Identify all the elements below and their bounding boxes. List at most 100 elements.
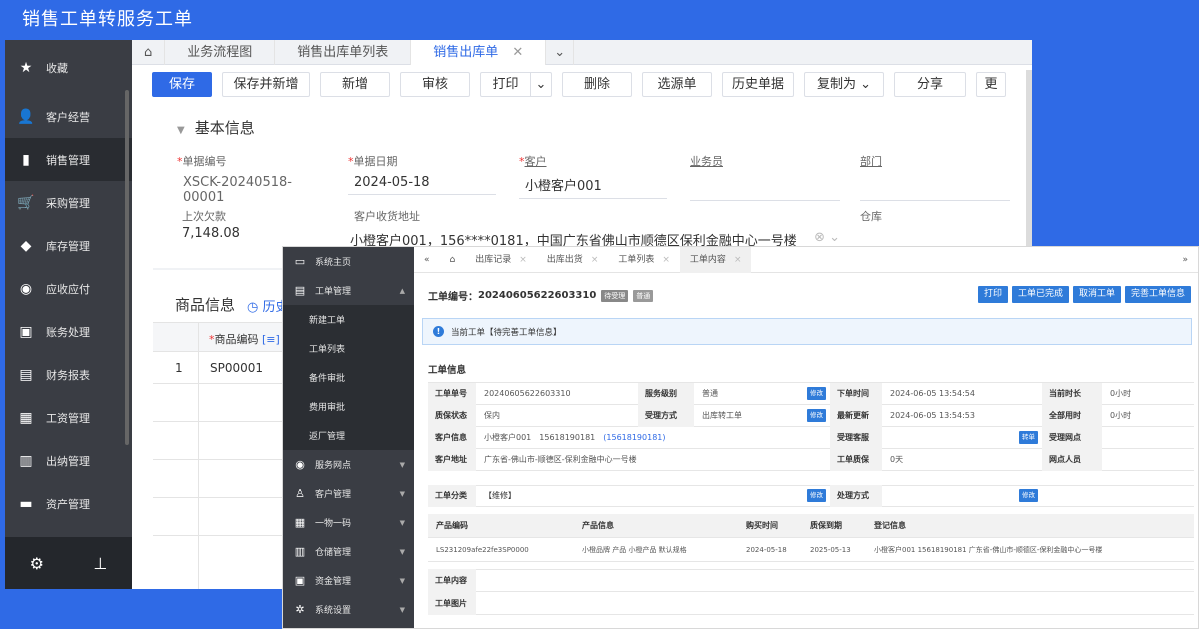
share-button[interactable]: 分享 xyxy=(894,72,966,97)
home-tab[interactable]: ⌂ xyxy=(132,40,166,65)
gear-icon[interactable]: ⚙ xyxy=(30,554,44,573)
close-icon[interactable]: × xyxy=(519,255,527,265)
chevron-down-icon: ▼ xyxy=(399,489,405,498)
close-icon[interactable]: × xyxy=(662,255,670,265)
tabs-back-icon[interactable]: « xyxy=(414,247,440,273)
doc-icon: ▤ xyxy=(294,284,306,297)
complete-info-button[interactable]: 完善工单信息 xyxy=(1124,286,1191,303)
content-scrollbar[interactable] xyxy=(1026,70,1032,260)
chevron-down-icon: ▼ xyxy=(399,605,405,614)
box-icon: ◆ xyxy=(20,237,32,254)
tab-outbound-list[interactable]: 销售出库单列表 xyxy=(275,40,412,65)
chevron-down-icon: ▼ xyxy=(399,576,405,585)
delete-button[interactable]: 删除 xyxy=(562,72,632,97)
sidebar-item-accounting[interactable]: ▣ 账务处理 xyxy=(5,310,132,353)
monitor-icon: ▭ xyxy=(294,255,306,268)
sidebar-item-home[interactable]: ▭ 系统主页 xyxy=(283,247,414,276)
home-icon[interactable]: ⌂ xyxy=(440,247,466,273)
table-row[interactable] xyxy=(153,422,293,460)
close-icon[interactable]: × xyxy=(734,255,742,265)
table-row[interactable] xyxy=(153,460,293,498)
more-button[interactable]: 更 xyxy=(976,72,1006,97)
sidebar-item-receivable[interactable]: ◉ 应收应付 xyxy=(5,267,132,310)
info-title: 工单信息 xyxy=(428,365,467,376)
sub-item-cost-approval[interactable]: 费用审批 xyxy=(283,392,414,421)
sub-item-ticket-list[interactable]: 工单列表 xyxy=(283,334,414,363)
tab-process[interactable]: 业务流程图 xyxy=(165,40,276,65)
table-row[interactable] xyxy=(153,498,293,536)
edit-mode-button[interactable]: 修改 xyxy=(807,408,826,422)
new-button[interactable]: 新增 xyxy=(320,72,390,97)
customer-field[interactable]: *客户 小橙客户001 xyxy=(519,153,667,199)
edit-level-button[interactable]: 修改 xyxy=(807,386,826,400)
sidebar-item-purchase[interactable]: 🛒 采购管理 xyxy=(5,181,132,224)
print-button[interactable]: 打印 ⌄ xyxy=(480,72,552,97)
sidebar-item-customer[interactable]: 👤 客户经营 xyxy=(5,95,132,138)
report-icon: ▤ xyxy=(19,366,33,383)
chevron-up-icon: ▲ xyxy=(399,286,405,295)
edit-category-button[interactable]: 修改 xyxy=(807,489,826,502)
transfer-button[interactable]: 转单 xyxy=(1019,430,1038,444)
copy-as-button[interactable]: 复制为 ⌄ xyxy=(804,72,884,97)
dept-field[interactable]: 部门 xyxy=(860,153,1010,201)
pin-icon[interactable]: ⊥ xyxy=(93,554,107,573)
cancel-ticket-button[interactable]: 取消工单 xyxy=(1072,286,1121,303)
star-icon: ★ xyxy=(19,59,33,76)
sidebar-item-favorites[interactable]: ★ 收藏 xyxy=(5,40,132,95)
tab-bar: ⌂ 业务流程图 销售出库单列表 销售出库单 ✕ ⌄ xyxy=(132,40,1032,65)
sidebar-scrollbar[interactable] xyxy=(125,90,129,445)
cashier-icon: ▥ xyxy=(19,452,33,469)
history-button[interactable]: 历史单据 xyxy=(722,72,794,97)
grid-icon: ▦ xyxy=(294,516,306,529)
tabs-forward-icon[interactable]: » xyxy=(1172,247,1198,273)
sidebar-item-network[interactable]: ◉ 服务网点 ▼ xyxy=(283,450,414,479)
tab-more[interactable]: ⌄ xyxy=(546,40,575,65)
chevron-down-icon[interactable]: ⌄ xyxy=(531,73,551,96)
sidebar-item-reports[interactable]: ▤ 财务报表 xyxy=(5,353,132,396)
warehouse-icon: ▥ xyxy=(294,545,306,558)
table-row[interactable]: LS231209afe22fe3SP0000 小橙品牌 产品 小橙产品 默认规格… xyxy=(428,538,1194,562)
ticket-sidebar: ▭ 系统主页 ▤ 工单管理 ▲ 新建工单 工单列表 备件审批 费用审批 返厂管理 ◉ 服… xyxy=(283,247,414,628)
sidebar-item-customers[interactable]: ♙ 客户管理 ▼ xyxy=(283,479,414,508)
product-table: 产品编码 产品信息 购买时间 质保到期 登记信息 LS231209afe22fe… xyxy=(428,514,1194,562)
date-field[interactable]: *单据日期 2024-05-18 xyxy=(348,153,496,195)
coin-icon: ◉ xyxy=(19,280,33,297)
status-badge: 待受理 xyxy=(601,289,629,302)
tab-outbound-ship[interactable]: 出库出货 × xyxy=(537,247,609,273)
print-button[interactable]: 打印 xyxy=(977,286,1008,303)
save-button[interactable]: 保存 xyxy=(152,72,212,97)
sidebar-item-inventory[interactable]: ◆ 库存管理 xyxy=(5,224,132,267)
sub-item-factory-return[interactable]: 返厂管理 xyxy=(283,421,414,450)
person-icon: ♙ xyxy=(295,487,305,500)
tab-ticket-list[interactable]: 工单列表 × xyxy=(608,247,680,273)
save-and-new-button[interactable]: 保存并新增 xyxy=(222,72,310,97)
sub-item-new-ticket[interactable]: 新建工单 xyxy=(283,305,414,334)
sidebar-item-wages[interactable]: ▦ 工资管理 xyxy=(5,396,132,439)
sidebar-item-assets[interactable]: ▬ 资产管理 xyxy=(5,482,132,525)
scan-icon[interactable]: [≡] xyxy=(262,333,280,346)
close-icon[interactable]: × xyxy=(591,255,599,265)
table-row[interactable]: 1 SP00001 xyxy=(153,352,293,384)
section-basic-info[interactable]: ▼ 基本信息 xyxy=(177,117,255,138)
table-row[interactable] xyxy=(153,384,293,422)
tab-outbound-record[interactable]: 出库记录 × xyxy=(465,247,537,273)
source-button[interactable]: 选源单 xyxy=(642,72,712,97)
complete-button[interactable]: 工单已完成 xyxy=(1011,286,1069,303)
sidebar-item-tickets[interactable]: ▤ 工单管理 ▲ xyxy=(283,276,414,305)
sub-item-parts-approval[interactable]: 备件审批 xyxy=(283,363,414,392)
sidebar-item-code[interactable]: ▦ 一物一码 ▼ xyxy=(283,508,414,537)
sidebar-item-cashier[interactable]: ▥ 出纳管理 xyxy=(5,439,132,482)
audit-button[interactable]: 审核 xyxy=(400,72,470,97)
tab-outbound[interactable]: 销售出库单 ✕ xyxy=(411,40,547,65)
sidebar-item-sales[interactable]: ▮ 销售管理 xyxy=(5,138,132,181)
close-icon[interactable]: ✕ xyxy=(512,45,523,60)
debt-field: 上次欠款 7,148.08 xyxy=(182,210,240,241)
sidebar-item-storage[interactable]: ▥ 仓储管理 ▼ xyxy=(283,537,414,566)
edit-handling-button[interactable]: 修改 xyxy=(1019,489,1038,502)
tab-ticket-content[interactable]: 工单内容 × xyxy=(679,247,752,273)
phone-link[interactable]: (15618190181) xyxy=(603,433,665,442)
sidebar-item-settings[interactable]: ✲ 系统设置 ▼ xyxy=(283,595,414,624)
sidebar-item-funds[interactable]: ▣ 资金管理 ▼ xyxy=(283,566,414,595)
salesman-field[interactable]: 业务员 xyxy=(690,153,840,201)
category-row: 工单分类 【维修】 修改 处理方式 修改 xyxy=(428,485,1194,507)
